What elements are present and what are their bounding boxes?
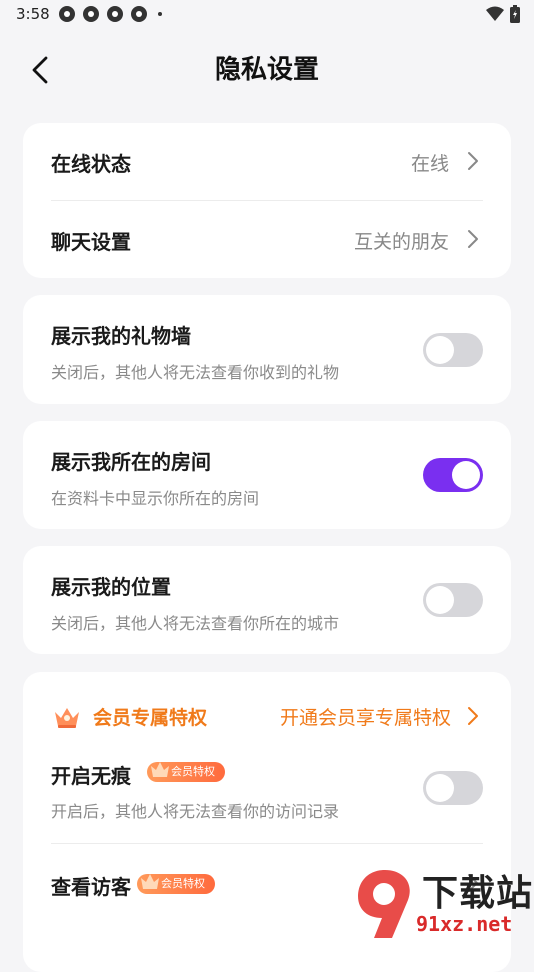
gift-wall-description: 关闭后，其他人将无法查看你收到的礼物 — [51, 363, 340, 382]
location-row: 展示我的位置 关闭后，其他人将无法查看你所在的城市 — [51, 546, 483, 654]
wifi-icon — [486, 6, 504, 21]
chevron-right-icon — [468, 152, 478, 170]
battery-icon — [510, 5, 520, 23]
back-button[interactable] — [22, 50, 58, 90]
room-row: 展示我所在的房间 在资料卡中显示你所在的房间 — [51, 421, 483, 529]
notification-icons — [58, 5, 162, 23]
chevron-right-icon — [468, 230, 478, 248]
status-time: 3:58 — [16, 5, 50, 23]
location-toggle[interactable] — [423, 583, 483, 617]
watermark-domain: 91xz.net — [416, 912, 513, 936]
room-description: 在资料卡中显示你所在的房间 — [51, 489, 260, 508]
toggle-knob — [426, 774, 454, 802]
toggle-knob — [426, 336, 454, 364]
location-card: 展示我的位置 关闭后，其他人将无法查看你所在的城市 — [23, 546, 511, 654]
room-toggle[interactable] — [423, 458, 483, 492]
chat-settings-value: 互关的朋友 — [353, 231, 449, 253]
app-notification-icon — [131, 6, 147, 22]
app-notification-icon — [83, 6, 99, 22]
incognito-label: 开启无痕 — [51, 764, 131, 788]
vip-badge-label: 会员特权 — [171, 765, 215, 778]
system-icons — [486, 5, 520, 23]
more-notifications-dot — [158, 12, 162, 16]
vip-open-link[interactable]: 开通会员享专属特权 — [280, 703, 451, 730]
room-card: 展示我所在的房间 在资料卡中显示你所在的房间 — [23, 421, 511, 529]
incognito-row: 开启无痕 会员特权 开启后，其他人将无法查看你的访问记录 — [51, 752, 483, 842]
room-label: 展示我所在的房间 — [51, 450, 211, 474]
gift-wall-label: 展示我的礼物墙 — [51, 324, 191, 348]
app-notification-icon — [59, 6, 75, 22]
online-status-label: 在线状态 — [51, 152, 131, 176]
location-label: 展示我的位置 — [51, 575, 171, 599]
chat-settings-row[interactable]: 聊天设置 互关的朋友 — [51, 201, 483, 278]
chat-settings-label: 聊天设置 — [51, 230, 131, 254]
toggle-knob — [426, 586, 454, 614]
watermark-logo-icon — [358, 870, 410, 938]
vip-badge-label: 会员特权 — [161, 877, 205, 890]
status-bar: 3:58 — [0, 0, 534, 30]
location-description: 关闭后，其他人将无法查看你所在的城市 — [51, 614, 340, 633]
vip-crown-icon — [55, 708, 79, 728]
online-status-value: 在线 — [410, 153, 449, 175]
incognito-toggle[interactable] — [423, 771, 483, 805]
app-notification-icon — [107, 6, 123, 22]
gift-wall-row: 展示我的礼物墙 关闭后，其他人将无法查看你收到的礼物 — [51, 295, 483, 404]
online-status-row[interactable]: 在线状态 在线 — [51, 123, 483, 200]
visitors-label: 查看访客 — [51, 875, 131, 899]
watermark-title: 下载站 — [422, 873, 534, 914]
gift-wall-toggle[interactable] — [423, 333, 483, 367]
vip-crown-icon — [151, 762, 169, 777]
vip-section-title: 会员专属特权 — [93, 707, 208, 729]
vip-crown-icon — [141, 874, 159, 889]
site-watermark: 下载站 91xz.net — [350, 860, 534, 946]
chevron-right-icon[interactable] — [467, 706, 479, 726]
chevron-left-icon — [32, 56, 48, 84]
vip-badge: 会员特权 — [137, 874, 215, 894]
general-settings-card: 在线状态 在线 聊天设置 互关的朋友 — [23, 123, 511, 278]
gift-wall-card: 展示我的礼物墙 关闭后，其他人将无法查看你收到的礼物 — [23, 295, 511, 404]
toggle-knob — [452, 461, 480, 489]
page-title: 隐私设置 — [214, 55, 319, 85]
incognito-description: 开启后，其他人将无法查看你的访问记录 — [51, 802, 340, 821]
vip-badge: 会员特权 — [147, 762, 225, 782]
